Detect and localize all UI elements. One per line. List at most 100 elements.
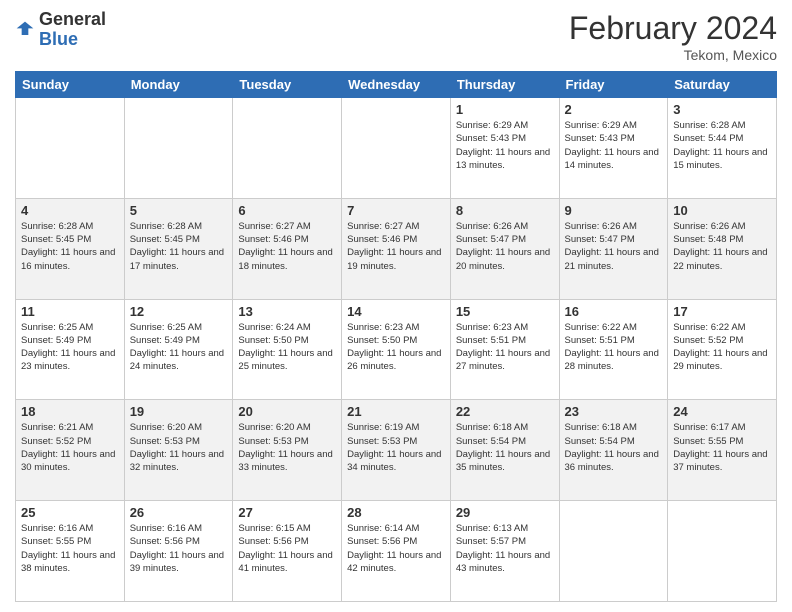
day-number: 20 <box>238 404 336 419</box>
day-info: Sunrise: 6:28 AMSunset: 5:45 PMDaylight:… <box>130 220 228 273</box>
calendar-week-2: 4 Sunrise: 6:28 AMSunset: 5:45 PMDaylight… <box>16 198 777 299</box>
table-cell: 28Sunrise: 6:14 AMSunset: 5:56 PMDayligh… <box>342 501 451 602</box>
table-cell: 6Sunrise: 6:27 AMSunset: 5:46 PMDaylight… <box>233 198 342 299</box>
day-number: 16 <box>565 304 663 319</box>
calendar-week-1: 1 Sunrise: 6:29 AMSunset: 5:43 PMDaylight… <box>16 98 777 199</box>
table-cell <box>16 98 125 199</box>
day-number: 5 <box>130 203 228 218</box>
table-cell: 2 Sunrise: 6:29 AMSunset: 5:43 PMDaylight… <box>559 98 668 199</box>
day-number: 1 <box>456 102 554 117</box>
day-number: 2 <box>565 102 663 117</box>
day-number: 19 <box>130 404 228 419</box>
day-number: 26 <box>130 505 228 520</box>
day-number: 11 <box>21 304 119 319</box>
day-number: 15 <box>456 304 554 319</box>
col-thursday: Thursday <box>450 72 559 98</box>
day-info: Sunrise: 6:23 AMSunset: 5:51 PMDaylight:… <box>456 321 554 374</box>
day-info: Sunrise: 6:25 AMSunset: 5:49 PMDaylight:… <box>130 321 228 374</box>
table-cell: 24 Sunrise: 6:17 AMSunset: 5:55 PMDayligh… <box>668 400 777 501</box>
table-cell: 10 Sunrise: 6:26 AMSunset: 5:48 PMDayligh… <box>668 198 777 299</box>
day-info: Sunrise: 6:25 AMSunset: 5:49 PMDaylight:… <box>21 321 119 374</box>
day-number: 22 <box>456 404 554 419</box>
table-cell: 22 Sunrise: 6:18 AMSunset: 5:54 PMDayligh… <box>450 400 559 501</box>
day-number: 28 <box>347 505 445 520</box>
table-cell: 19 Sunrise: 6:20 AMSunset: 5:53 PMDayligh… <box>124 400 233 501</box>
day-info: Sunrise: 6:16 AMSunset: 5:55 PMDaylight:… <box>21 522 119 575</box>
location-subtitle: Tekom, Mexico <box>569 47 777 63</box>
day-info: Sunrise: 6:26 AMSunset: 5:47 PMDaylight:… <box>565 220 663 273</box>
day-info: Sunrise: 6:15 AMSunset: 5:56 PMDaylight:… <box>238 522 336 575</box>
table-cell: 4 Sunrise: 6:28 AMSunset: 5:45 PMDaylight… <box>16 198 125 299</box>
calendar-header-row: Sunday Monday Tuesday Wednesday Thursday… <box>16 72 777 98</box>
table-cell: 1 Sunrise: 6:29 AMSunset: 5:43 PMDaylight… <box>450 98 559 199</box>
month-year-title: February 2024 <box>569 10 777 47</box>
table-cell: 20 Sunrise: 6:20 AMSunset: 5:53 PMDayligh… <box>233 400 342 501</box>
table-cell: 16 Sunrise: 6:22 AMSunset: 5:51 PMDayligh… <box>559 299 668 400</box>
logo-general-text: General <box>39 10 106 30</box>
table-cell <box>233 98 342 199</box>
day-info: Sunrise: 6:21 AMSunset: 5:52 PMDaylight:… <box>21 421 119 474</box>
day-info: Sunrise: 6:19 AMSunset: 5:53 PMDaylight:… <box>347 421 445 474</box>
col-monday: Monday <box>124 72 233 98</box>
day-info: Sunrise: 6:22 AMSunset: 5:51 PMDaylight:… <box>565 321 663 374</box>
day-info: Sunrise: 6:29 AMSunset: 5:43 PMDaylight:… <box>565 119 663 172</box>
table-cell: 7Sunrise: 6:27 AMSunset: 5:46 PMDaylight… <box>342 198 451 299</box>
table-cell <box>342 98 451 199</box>
day-number: 12 <box>130 304 228 319</box>
col-tuesday: Tuesday <box>233 72 342 98</box>
table-cell: 5 Sunrise: 6:28 AMSunset: 5:45 PMDaylight… <box>124 198 233 299</box>
table-cell: 26 Sunrise: 6:16 AMSunset: 5:56 PMDayligh… <box>124 501 233 602</box>
table-cell: 17 Sunrise: 6:22 AMSunset: 5:52 PMDayligh… <box>668 299 777 400</box>
col-sunday: Sunday <box>16 72 125 98</box>
day-info: Sunrise: 6:16 AMSunset: 5:56 PMDaylight:… <box>130 522 228 575</box>
logo-bird-icon <box>15 20 35 40</box>
day-info: Sunrise: 6:13 AMSunset: 5:57 PMDaylight:… <box>456 522 554 575</box>
calendar-week-4: 18 Sunrise: 6:21 AMSunset: 5:52 PMDayligh… <box>16 400 777 501</box>
day-number: 10 <box>673 203 771 218</box>
calendar-week-5: 25 Sunrise: 6:16 AMSunset: 5:55 PMDayligh… <box>16 501 777 602</box>
day-info: Sunrise: 6:18 AMSunset: 5:54 PMDaylight:… <box>565 421 663 474</box>
day-info: Sunrise: 6:28 AMSunset: 5:45 PMDaylight:… <box>21 220 119 273</box>
day-number: 27 <box>238 505 336 520</box>
day-number: 3 <box>673 102 771 117</box>
calendar-table: Sunday Monday Tuesday Wednesday Thursday… <box>15 71 777 602</box>
day-number: 25 <box>21 505 119 520</box>
table-cell: 23Sunrise: 6:18 AMSunset: 5:54 PMDayligh… <box>559 400 668 501</box>
table-cell <box>668 501 777 602</box>
table-cell: 14Sunrise: 6:23 AMSunset: 5:50 PMDayligh… <box>342 299 451 400</box>
day-number: 29 <box>456 505 554 520</box>
table-cell: 11 Sunrise: 6:25 AMSunset: 5:49 PMDayligh… <box>16 299 125 400</box>
table-cell: 27 Sunrise: 6:15 AMSunset: 5:56 PMDayligh… <box>233 501 342 602</box>
day-info: Sunrise: 6:20 AMSunset: 5:53 PMDaylight:… <box>130 421 228 474</box>
table-cell: 9 Sunrise: 6:26 AMSunset: 5:47 PMDaylight… <box>559 198 668 299</box>
day-info: Sunrise: 6:26 AMSunset: 5:48 PMDaylight:… <box>673 220 771 273</box>
day-number: 18 <box>21 404 119 419</box>
day-info: Sunrise: 6:18 AMSunset: 5:54 PMDaylight:… <box>456 421 554 474</box>
header: General Blue February 2024 Tekom, Mexico <box>15 10 777 63</box>
logo-text: General Blue <box>39 10 106 50</box>
day-number: 9 <box>565 203 663 218</box>
day-number: 17 <box>673 304 771 319</box>
day-info: Sunrise: 6:17 AMSunset: 5:55 PMDaylight:… <box>673 421 771 474</box>
table-cell: 29 Sunrise: 6:13 AMSunset: 5:57 PMDayligh… <box>450 501 559 602</box>
calendar-week-3: 11 Sunrise: 6:25 AMSunset: 5:49 PMDayligh… <box>16 299 777 400</box>
day-info: Sunrise: 6:24 AMSunset: 5:50 PMDaylight:… <box>238 321 336 374</box>
day-info: Sunrise: 6:20 AMSunset: 5:53 PMDaylight:… <box>238 421 336 474</box>
table-cell <box>124 98 233 199</box>
day-number: 6 <box>238 203 336 218</box>
logo: General Blue <box>15 10 106 50</box>
day-number: 4 <box>21 203 119 218</box>
day-number: 24 <box>673 404 771 419</box>
table-cell: 12 Sunrise: 6:25 AMSunset: 5:49 PMDayligh… <box>124 299 233 400</box>
day-info: Sunrise: 6:22 AMSunset: 5:52 PMDaylight:… <box>673 321 771 374</box>
col-friday: Friday <box>559 72 668 98</box>
day-info: Sunrise: 6:23 AMSunset: 5:50 PMDaylight:… <box>347 321 445 374</box>
day-info: Sunrise: 6:29 AMSunset: 5:43 PMDaylight:… <box>456 119 554 172</box>
page: General Blue February 2024 Tekom, Mexico… <box>0 0 792 612</box>
table-cell <box>559 501 668 602</box>
table-cell: 3Sunrise: 6:28 AMSunset: 5:44 PMDaylight… <box>668 98 777 199</box>
day-info: Sunrise: 6:27 AMSunset: 5:46 PMDaylight:… <box>347 220 445 273</box>
day-number: 13 <box>238 304 336 319</box>
table-cell: 15 Sunrise: 6:23 AMSunset: 5:51 PMDayligh… <box>450 299 559 400</box>
table-cell: 18 Sunrise: 6:21 AMSunset: 5:52 PMDayligh… <box>16 400 125 501</box>
